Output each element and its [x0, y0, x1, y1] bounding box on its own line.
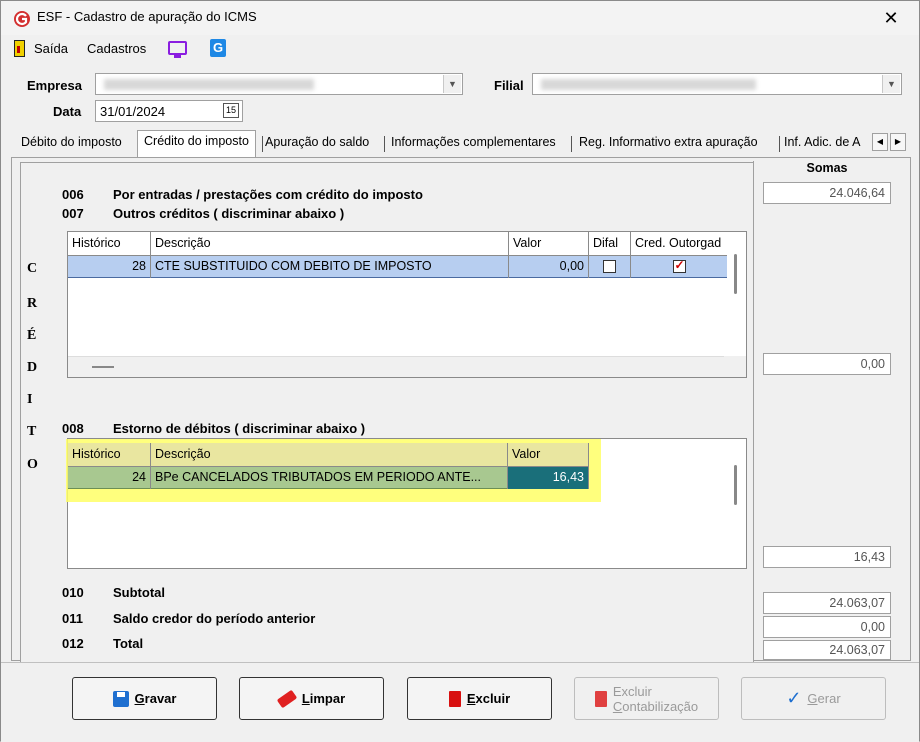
code-012: 012	[62, 636, 84, 651]
save-button[interactable]: Gravar	[72, 677, 217, 720]
sum-007: 0,00	[763, 353, 891, 375]
menu-bar: Saída Cadastros G	[1, 38, 919, 60]
sum-006: 24.046,64	[763, 182, 891, 204]
side-letter: O	[27, 457, 38, 472]
sum-008: 16,43	[763, 546, 891, 568]
text-008: Estorno de débitos ( discriminar abaixo …	[113, 421, 366, 436]
col-difal[interactable]: Difal	[589, 232, 631, 256]
date-value: 31/01/2024	[100, 104, 166, 119]
tab-scroll-left-icon[interactable]: ◀	[872, 133, 888, 151]
side-letter: R	[27, 296, 38, 311]
window-title: ESF - Cadastro de apuração do ICMS	[37, 9, 257, 24]
tab-inf-adic[interactable]: Inf. Adic. de A	[784, 134, 872, 156]
text-012: Total	[113, 636, 144, 651]
unpost-button[interactable]: Excluir Contabilização	[574, 677, 719, 720]
col-historico[interactable]: Histórico	[68, 443, 151, 467]
code-011: 011	[62, 611, 83, 626]
tab-strip: Débito do imposto Crédito do imposto Apu…	[15, 130, 911, 157]
generate-button[interactable]: ✓ Gerar	[741, 677, 886, 720]
cred-outorgado-checkbox[interactable]	[672, 258, 686, 274]
delete-button[interactable]: Excluir	[407, 677, 552, 720]
exit-door-icon[interactable]	[14, 40, 25, 57]
floppy-disk-icon	[112, 690, 129, 707]
cell-descricao[interactable]: BPe CANCELADOS TRIBUTADOS EM PERIODO ANT…	[151, 467, 508, 489]
code-010: 010	[62, 585, 84, 600]
tab-reg-informativo[interactable]: Reg. Informativo extra apuração	[579, 134, 758, 156]
g-app-icon[interactable]: G	[210, 39, 226, 57]
title-bar: ESF - Cadastro de apuração do ICMS ✕	[1, 1, 919, 35]
menu-registers[interactable]: Cadastros	[87, 41, 146, 56]
calendar-icon[interactable]: 15	[223, 103, 239, 118]
vertical-scrollbar[interactable]	[734, 465, 737, 505]
col-descricao[interactable]: Descrição	[151, 232, 509, 256]
text-007: Outros créditos ( discriminar abaixo )	[113, 206, 345, 221]
tab-apuracao[interactable]: Apuração do saldo	[265, 134, 369, 156]
app-logo-icon	[14, 11, 30, 27]
cell-valor[interactable]: 16,43	[508, 467, 589, 489]
eraser-icon	[276, 689, 298, 708]
sum-010: 24.063,07	[763, 592, 891, 614]
horizontal-scrollbar[interactable]	[92, 366, 114, 368]
cell-descricao[interactable]: CTE SUBSTITUIDO COM DEBITO DE IMPOSTO	[151, 256, 509, 278]
cell-difal[interactable]	[589, 256, 631, 278]
difal-checkbox[interactable]	[603, 260, 616, 274]
chevron-down-icon[interactable]: ▼	[443, 75, 461, 93]
side-letter: D	[27, 360, 38, 375]
date-label: Data	[53, 104, 82, 119]
side-letter: C	[27, 261, 38, 276]
button-bar: Gravar Limpar Excluir Excluir Contabiliza…	[1, 662, 919, 742]
table-row[interactable]: 28 CTE SUBSTITUIDO COM DEBITO DE IMPOSTO…	[68, 256, 727, 278]
code-006: 006	[62, 187, 84, 202]
tab-debito[interactable]: Débito do imposto	[21, 134, 122, 156]
trash-icon	[448, 690, 461, 707]
grid-header: Histórico Descrição Valor	[68, 443, 589, 467]
sum-012: 24.063,07	[763, 640, 891, 660]
trash-icon	[594, 690, 607, 707]
col-valor[interactable]: Valor	[509, 232, 589, 256]
date-field[interactable]: 31/01/2024 15	[95, 100, 243, 122]
col-cred-outorgado[interactable]: Cred. Outorgad	[631, 232, 727, 256]
other-credits-grid[interactable]: Histórico Descrição Valor Difal Cred. Ou…	[67, 231, 747, 378]
side-letter: T	[27, 424, 37, 439]
vertical-scrollbar[interactable]	[734, 254, 737, 294]
text-011: Saldo credor do período anterior	[113, 611, 316, 626]
horizontal-scroll-track[interactable]	[68, 356, 724, 377]
clear-button[interactable]: Limpar	[239, 677, 384, 720]
col-descricao[interactable]: Descrição	[151, 443, 508, 467]
code-007: 007	[62, 206, 84, 221]
branch-label: Filial	[494, 78, 524, 93]
cell-historico[interactable]: 28	[68, 256, 151, 278]
cell-cred-outorgado[interactable]	[631, 256, 727, 278]
code-008: 008	[62, 421, 84, 436]
monitor-icon[interactable]	[168, 41, 187, 58]
close-button[interactable]: ✕	[873, 5, 909, 31]
tab-credito[interactable]: Crédito do imposto	[137, 130, 256, 157]
text-006: Por entradas / prestações com crédito do…	[113, 187, 423, 202]
sum-011: 0,00	[763, 616, 891, 638]
col-historico[interactable]: Histórico	[68, 232, 151, 256]
debit-reversal-grid[interactable]: Histórico Descrição Valor 24 BPe CANCELA…	[66, 438, 747, 569]
side-letter: I	[27, 392, 33, 407]
tab-scroll-right-icon[interactable]: ▶	[890, 133, 906, 151]
col-valor[interactable]: Valor	[508, 443, 589, 467]
main-window: ESF - Cadastro de apuração do ICMS ✕ Saí…	[0, 0, 920, 742]
company-select[interactable]: ▼	[95, 73, 463, 95]
checkmark-icon: ✓	[786, 688, 802, 708]
cell-historico[interactable]: 24	[68, 467, 151, 489]
company-label: Empresa	[27, 78, 82, 93]
sums-header: Somas	[806, 161, 848, 175]
cell-valor[interactable]: 0,00	[509, 256, 589, 278]
side-letter: É	[27, 328, 37, 343]
text-010: Subtotal	[113, 585, 165, 600]
table-row[interactable]: 24 BPe CANCELADOS TRIBUTADOS EM PERIODO …	[68, 467, 589, 489]
grid-header: Histórico Descrição Valor Difal Cred. Ou…	[68, 232, 727, 256]
branch-select[interactable]: ▼	[532, 73, 902, 95]
chevron-down-icon[interactable]: ▼	[882, 75, 900, 93]
menu-exit[interactable]: Saída	[34, 41, 68, 56]
tab-informacoes[interactable]: Informações complementares	[391, 134, 556, 156]
